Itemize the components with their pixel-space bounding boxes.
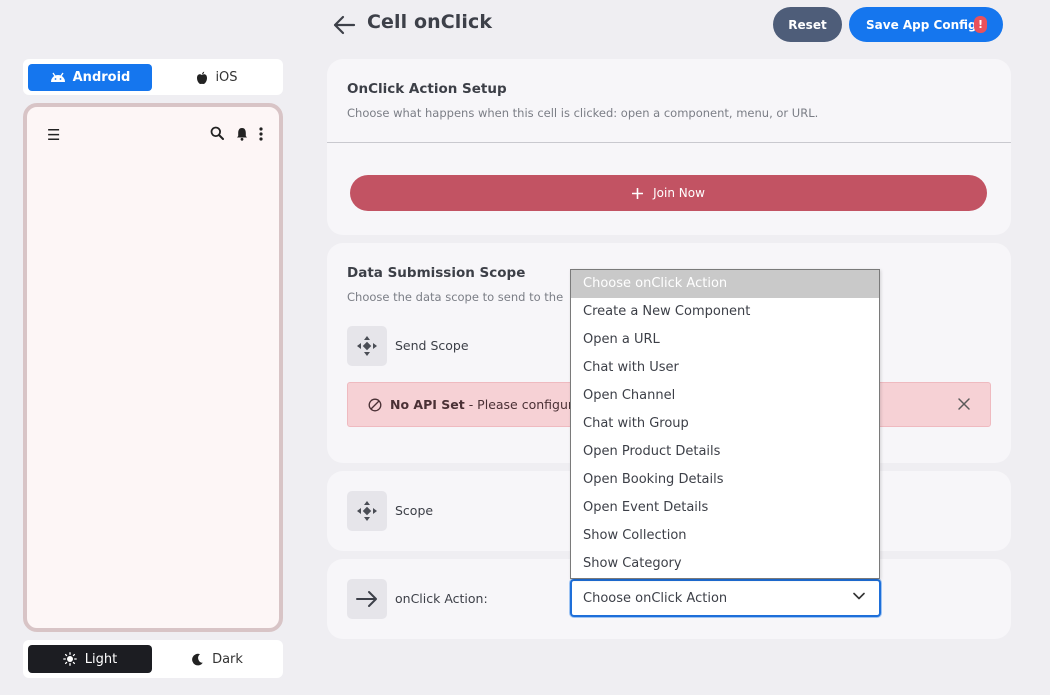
phone-preview: ☰ [23,103,283,632]
save-button-label: Save App Config [866,17,977,32]
moon-icon [192,653,203,665]
onclick-setup-title: OnClick Action Setup [347,81,507,97]
onclick-action-icon-box [347,579,387,619]
dropdown-option-chat-group[interactable]: Chat with Group [571,410,879,438]
page-title: Cell onClick [367,11,493,33]
more-vertical-icon[interactable] [259,127,263,141]
move-arrows-icon [357,336,377,356]
data-submission-description: Choose the data scope to send to the [347,290,564,304]
unsaved-alert-badge: ! [974,16,987,33]
platform-toggle: Android iOS [23,59,283,95]
onclick-action-label: onClick Action: [395,591,488,606]
chevron-down-icon [853,592,865,600]
alert-title: No API Set [390,397,465,412]
move-arrows-icon [357,501,377,521]
sun-icon [62,652,77,666]
dropdown-option-show-collection[interactable]: Show Collection [571,522,879,550]
dark-label: Dark [212,651,243,667]
send-scope-label: Send Scope [395,338,469,353]
join-now-label: Join Now [653,186,705,200]
plus-icon [632,187,644,199]
apple-icon [197,71,208,84]
dropdown-option-event-details[interactable]: Open Event Details [571,494,879,522]
ban-icon [368,398,382,411]
android-tab[interactable]: Android [28,64,152,91]
dropdown-option-create-component[interactable]: Create a New Component [571,298,879,326]
join-now-button[interactable]: Join Now [350,175,987,211]
save-app-config-button[interactable]: Save App Config ! [849,7,1003,42]
theme-toggle: Light Dark [23,640,283,678]
divider [327,142,1011,143]
dark-theme-tab[interactable]: Dark [156,645,278,673]
light-theme-tab[interactable]: Light [28,645,152,673]
dropdown-option-choose[interactable]: Choose onClick Action [571,270,879,298]
data-submission-title: Data Submission Scope [347,265,526,281]
dropdown-option-booking-details[interactable]: Open Booking Details [571,466,879,494]
light-label: Light [84,651,118,667]
android-label: Android [72,70,131,85]
arrow-right-icon [356,591,377,607]
onclick-setup-description: Choose what happens when this cell is cl… [347,106,819,120]
back-arrow-icon[interactable] [332,14,356,36]
reset-button[interactable]: Reset [773,7,842,42]
dropdown-option-chat-user[interactable]: Chat with User [571,354,879,382]
alert-message: - Please configure [468,397,581,412]
select-value: Choose onClick Action [583,590,728,606]
hamburger-menu-icon[interactable]: ☰ [47,126,60,144]
close-icon[interactable] [957,397,971,411]
send-scope-icon-box [347,326,387,366]
onclick-setup-card: OnClick Action Setup Choose what happens… [327,59,1011,235]
scope-icon-box [347,491,387,531]
onclick-action-dropdown: Choose onClick Action Create a New Compo… [570,269,880,579]
dropdown-option-open-channel[interactable]: Open Channel [571,382,879,410]
search-icon[interactable] [210,126,224,140]
ios-label: iOS [215,70,238,85]
onclick-action-select[interactable]: Choose onClick Action [570,579,881,617]
dropdown-option-show-category[interactable]: Show Category [571,550,879,578]
dropdown-option-product-details[interactable]: Open Product Details [571,438,879,466]
android-icon [50,72,65,82]
bell-icon[interactable] [236,127,248,141]
ios-tab[interactable]: iOS [156,64,278,91]
dropdown-option-open-url[interactable]: Open a URL [571,326,879,354]
scope-label: Scope [395,503,434,518]
